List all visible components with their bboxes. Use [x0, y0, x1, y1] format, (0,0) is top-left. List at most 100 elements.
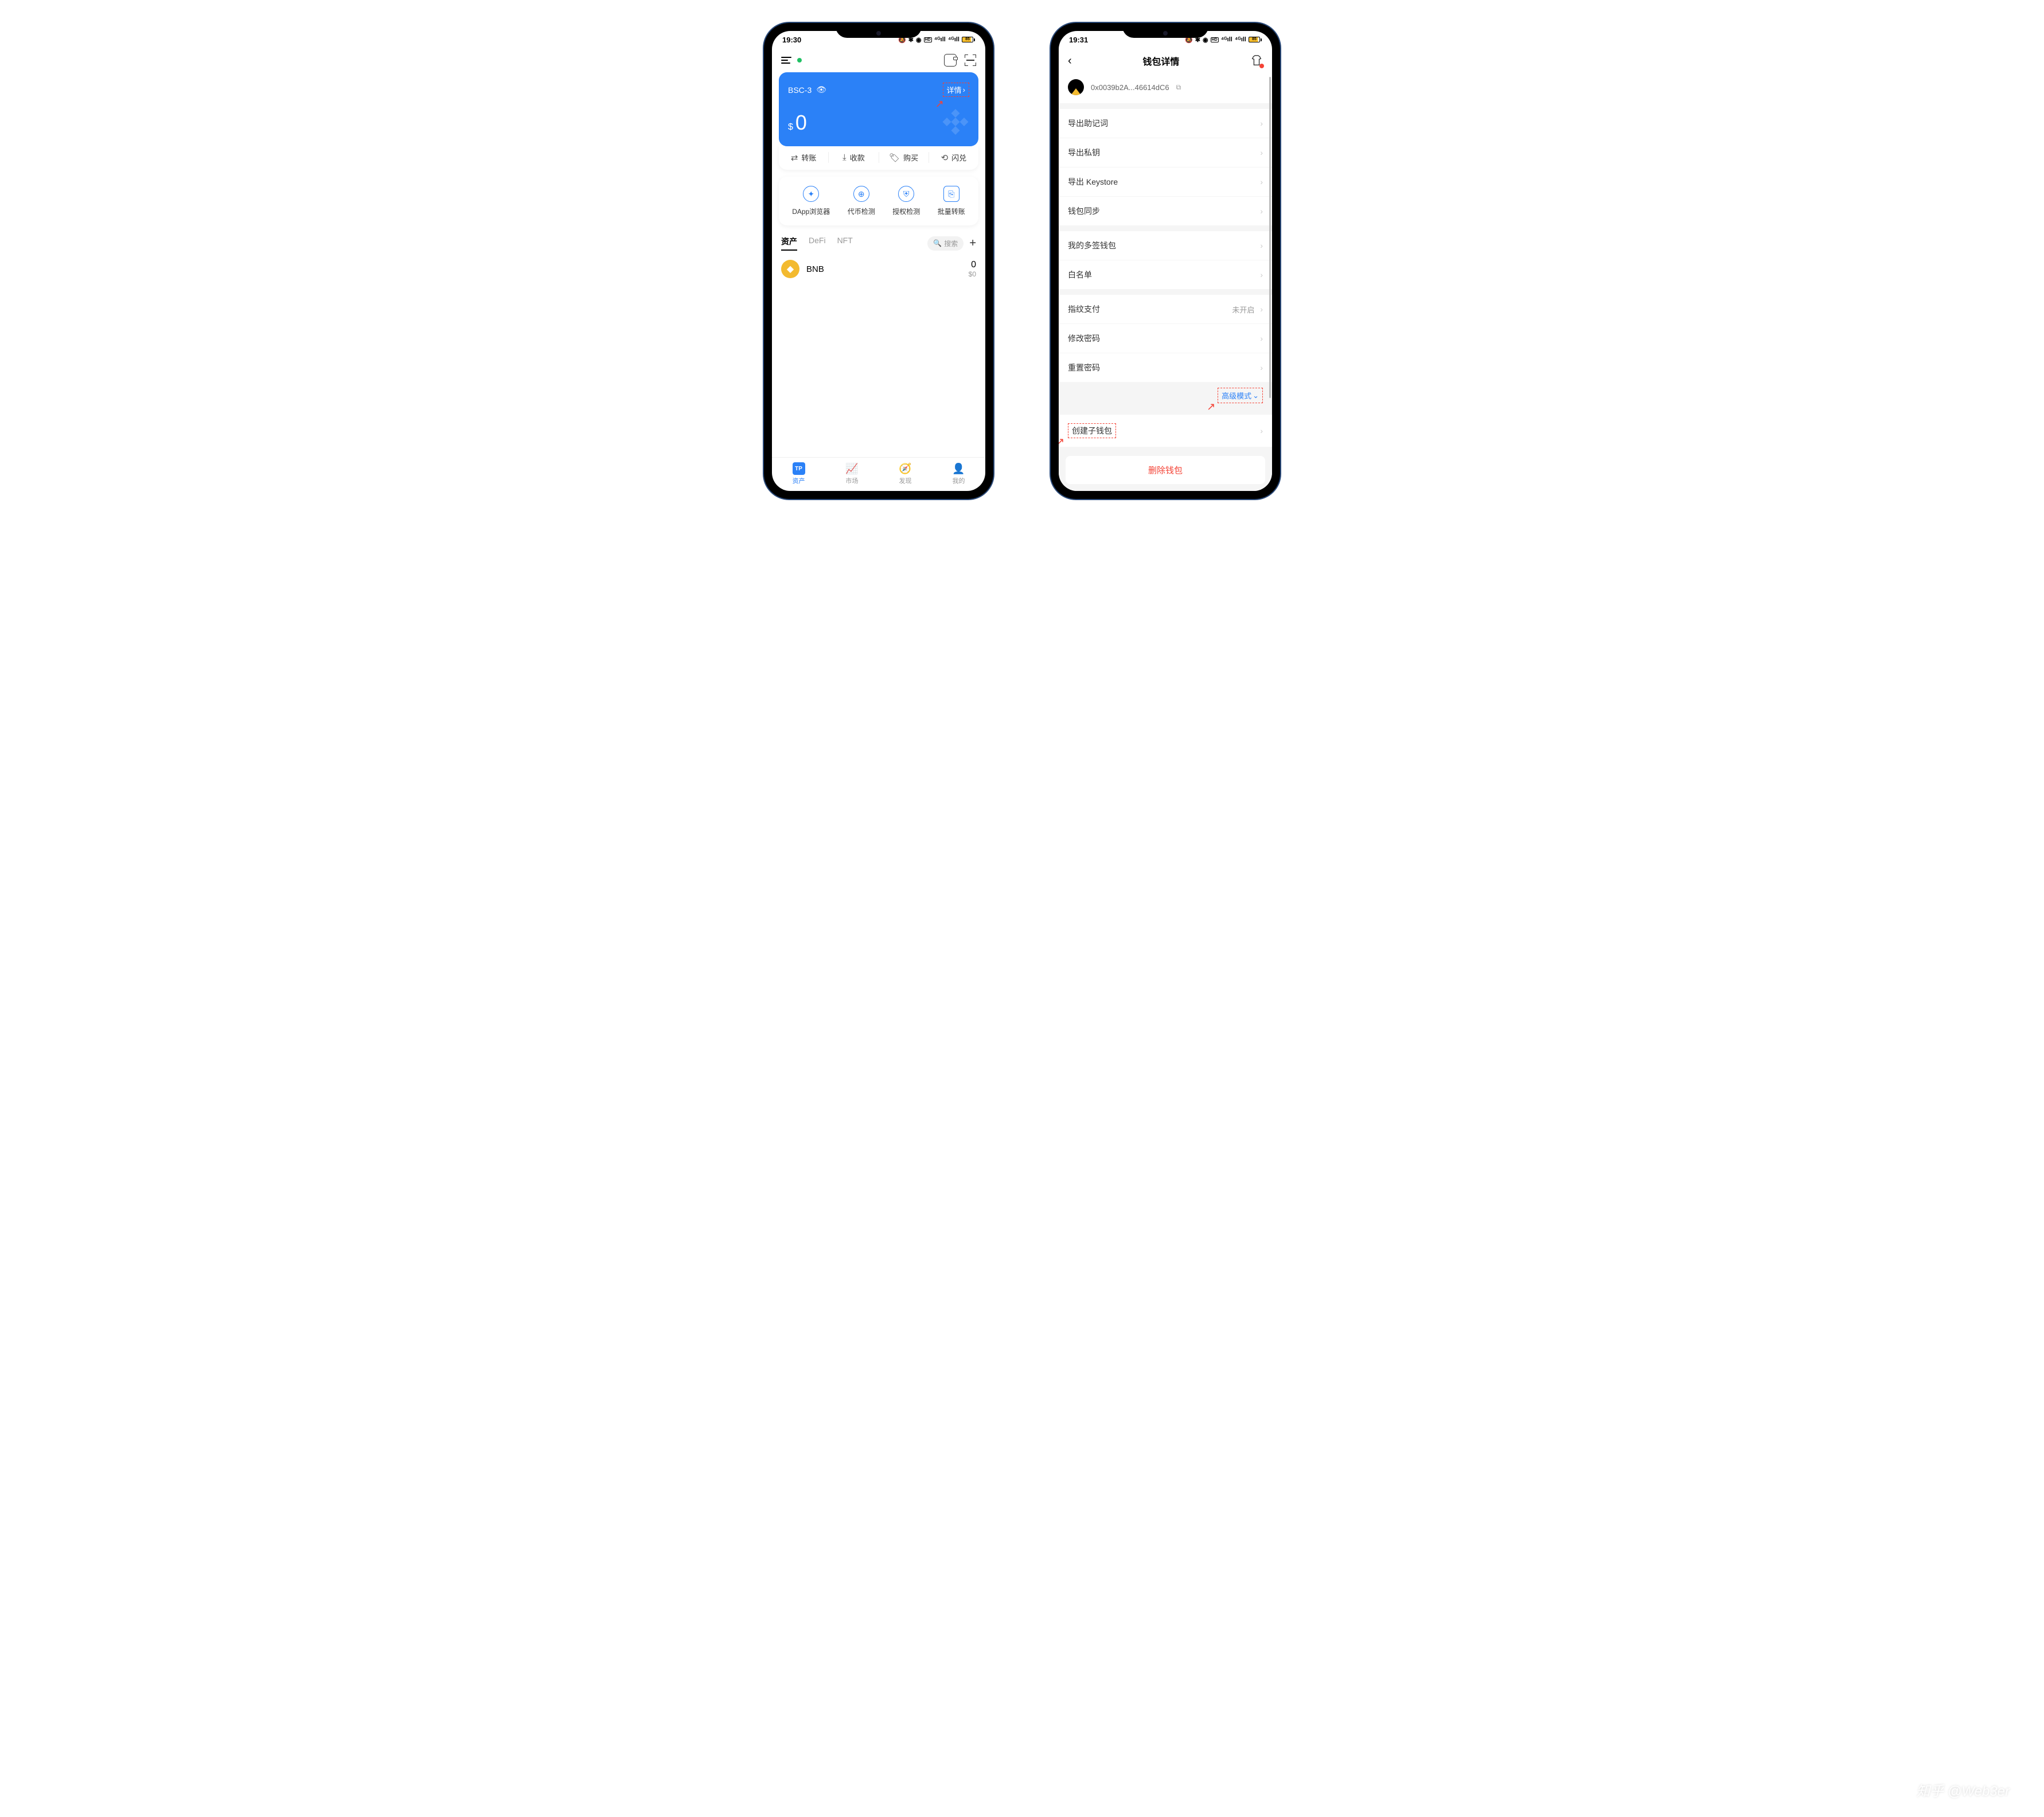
auth-label: 授权检测 — [892, 206, 920, 216]
bluetooth-icon: ✱ — [908, 36, 914, 44]
buy-button[interactable]: 🏷购买 — [879, 152, 929, 163]
search-icon: 🔍 — [933, 239, 942, 247]
nav-mine[interactable]: 👤我的 — [932, 462, 985, 485]
create-sub-label: 创建子钱包 — [1072, 426, 1112, 435]
action-bar: ⇄转账 ⤓收款 🏷购买 ⟲闪兑 — [779, 145, 978, 170]
advanced-mode-button[interactable]: 高级模式 ⌄ ↗ — [1218, 388, 1263, 403]
delete-wallet-button[interactable]: 删除钱包 — [1066, 456, 1265, 484]
whitelist-button[interactable]: 白名单› — [1059, 260, 1272, 289]
changepwd-label: 修改密码 — [1068, 333, 1100, 344]
plus-circle-icon: ⊕ — [853, 186, 869, 202]
asset-row-bnb[interactable]: BNB 0 $0 — [779, 251, 978, 287]
menu-area — [781, 57, 802, 64]
tab-nft[interactable]: NFT — [837, 236, 853, 251]
fingerprint-button[interactable]: 指纹支付未开启› — [1059, 295, 1272, 324]
asset-amount: 0 — [969, 260, 976, 270]
details-label: 详情 — [947, 84, 962, 95]
export-mnemonic-button[interactable]: 导出助记词› — [1059, 109, 1272, 138]
wallet-name-row: BSC-3 👁 — [788, 85, 826, 95]
receive-button[interactable]: ⤓收款 — [829, 152, 879, 163]
phone-right: 19:31 🔕 ✱ ◉ HD ⁴ᴳıll ⁴ᴳıll 85 ‹ 钱包详情 0x0… — [1051, 23, 1280, 499]
hd-icon: HD — [1211, 37, 1219, 42]
batch-transfer-button[interactable]: ⎘批量转账 — [938, 186, 965, 216]
privkey-label: 导出私钥 — [1068, 147, 1100, 158]
status-icons: 🔕 ✱ ◉ HD ⁴ᴳıll ⁴ᴳıll 85 — [898, 36, 975, 44]
create-sub-wallet-button[interactable]: 创建子钱包 ↗ › — [1059, 415, 1272, 447]
token-check-button[interactable]: ⊕代币检测 — [848, 186, 875, 216]
chevron-right-icon: › — [1260, 270, 1263, 279]
annotation-arrow-icon: ↗ — [1207, 401, 1215, 413]
asset-usd: $0 — [969, 270, 976, 278]
skin-button[interactable] — [1250, 54, 1263, 67]
compass-icon: ✦ — [803, 186, 819, 202]
details-button[interactable]: 详情 › ↗ — [943, 83, 969, 97]
header-actions — [944, 54, 976, 67]
search-add: 🔍搜索 + — [927, 236, 976, 251]
notification-dot-icon — [1259, 64, 1264, 68]
nav-assets-label: 资产 — [793, 476, 805, 485]
dapp-browser-button[interactable]: ✦ DApp浏览器 — [792, 186, 830, 216]
status-icons-2: 🔕 ✱ ◉ HD ⁴ᴳıll ⁴ᴳıll 85 — [1185, 36, 1262, 44]
create-sub-highlight: 创建子钱包 ↗ — [1068, 423, 1116, 438]
wallet-manage-icon[interactable] — [944, 54, 957, 67]
chevron-right-icon: › — [1260, 177, 1263, 186]
reset-password-button[interactable]: 重置密码› — [1059, 353, 1272, 382]
copy-icon[interactable]: ⧉ — [1176, 83, 1181, 92]
menu-icon[interactable] — [781, 57, 791, 64]
visibility-icon[interactable]: 👁 — [816, 85, 826, 95]
add-token-button[interactable]: + — [969, 237, 976, 250]
wallet-group: 我的多签钱包› 白名单› — [1059, 231, 1272, 289]
back-button[interactable]: ‹ — [1068, 54, 1072, 68]
multisig-button[interactable]: 我的多签钱包› — [1059, 231, 1272, 260]
wallet-avatar-icon — [1068, 79, 1084, 95]
asset-tabs: 资产 DeFi NFT — [781, 236, 853, 251]
signal-icon-2: ⁴ᴳıll — [948, 36, 959, 43]
chevron-right-icon: › — [1260, 334, 1263, 343]
annotation-arrow-icon: ↗ — [1059, 436, 1064, 448]
nav-assets[interactable]: TP资产 — [772, 462, 825, 485]
sync-label: 钱包同步 — [1068, 205, 1100, 217]
batch-label: 批量转账 — [938, 206, 965, 216]
header-2: ‹ 钱包详情 — [1059, 48, 1272, 73]
bnb-icon — [781, 260, 799, 278]
nav-market[interactable]: 📈市场 — [825, 462, 879, 485]
search-placeholder: 搜索 — [944, 239, 958, 248]
wifi-icon: ◉ — [1203, 36, 1208, 44]
wallet-address: 0x0039b2A...46614dC6 — [1091, 83, 1169, 92]
auth-check-button[interactable]: ⛨授权检测 — [892, 186, 920, 216]
tools-grid: ✦ DApp浏览器 ⊕代币检测 ⛨授权检测 ⎘批量转账 — [779, 177, 978, 225]
nav-mine-label: 我的 — [953, 476, 965, 485]
wallet-sync-button[interactable]: 钱包同步› — [1059, 197, 1272, 225]
nav-discover[interactable]: 🧭发现 — [879, 462, 932, 485]
asset-balance: 0 $0 — [969, 260, 976, 278]
tab-defi[interactable]: DeFi — [809, 236, 826, 251]
screen-right: 19:31 🔕 ✱ ◉ HD ⁴ᴳıll ⁴ᴳıll 85 ‹ 钱包详情 0x0… — [1059, 31, 1272, 491]
dapp-label: DApp浏览器 — [792, 206, 830, 216]
chevron-right-icon: › — [1260, 363, 1263, 372]
nav-discover-label: 发现 — [899, 476, 912, 485]
currency-symbol: $ — [788, 122, 793, 132]
export-keystore-button[interactable]: 导出 Keystore› — [1059, 167, 1272, 197]
screen-left: 19:30 🔕 ✱ ◉ HD ⁴ᴳıll ⁴ᴳıll 85 BSC-3 👁 — [772, 31, 985, 491]
export-privkey-button[interactable]: 导出私钥› — [1059, 138, 1272, 167]
sub-wallet-group: 创建子钱包 ↗ › — [1059, 415, 1272, 447]
tab-assets[interactable]: 资产 — [781, 236, 797, 251]
chevron-right-icon: › — [1260, 119, 1263, 128]
wallet-name: BSC-3 — [788, 85, 812, 95]
wifi-icon: ◉ — [916, 36, 922, 44]
search-input[interactable]: 🔍搜索 — [927, 236, 964, 251]
battery-icon: 85 — [962, 37, 975, 42]
swap-icon: ⟲ — [941, 153, 949, 163]
header — [772, 48, 985, 72]
status-time-2: 19:31 — [1069, 36, 1088, 44]
buy-label: 购买 — [903, 152, 918, 163]
swap-button[interactable]: ⟲闪兑 — [929, 152, 978, 163]
status-time: 19:30 — [782, 36, 801, 44]
scrollbar[interactable] — [1269, 77, 1271, 398]
transfer-button[interactable]: ⇄转账 — [779, 152, 829, 163]
annotation-arrow-icon: ↗ — [935, 98, 944, 110]
export-group: 导出助记词› 导出私钥› 导出 Keystore› 钱包同步› — [1059, 109, 1272, 225]
signal-icon: ⁴ᴳıll — [934, 36, 946, 43]
change-password-button[interactable]: 修改密码 › — [1059, 324, 1272, 353]
scan-icon[interactable] — [965, 54, 976, 66]
